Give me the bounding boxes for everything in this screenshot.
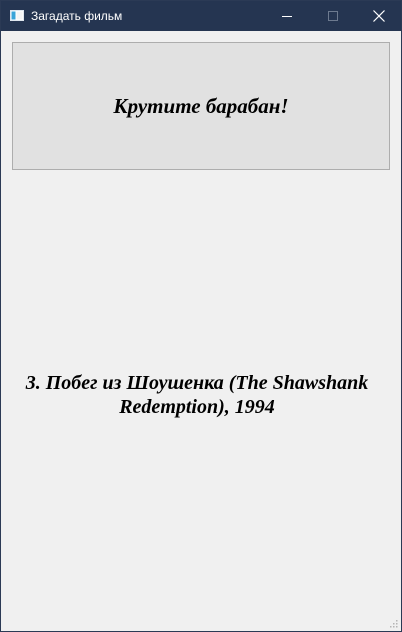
minimize-icon (282, 16, 292, 17)
maximize-button[interactable] (310, 1, 356, 31)
window-title: Загадать фильм (31, 9, 123, 23)
app-icon (10, 10, 24, 21)
movie-result-label: 3. Побег из Шоушенка (The Shawshank Rede… (25, 372, 369, 418)
resize-grip-icon[interactable] (390, 620, 398, 628)
close-icon (373, 10, 385, 22)
app-window: Загадать фильм Крутите барабан! 3. Побег… (0, 0, 402, 632)
client-area: Крутите барабан! 3. Побег из Шоушенка (T… (1, 31, 401, 631)
maximize-icon (328, 11, 338, 21)
close-button[interactable] (356, 1, 402, 31)
title-bar[interactable]: Загадать фильм (1, 1, 401, 31)
minimize-button[interactable] (264, 1, 310, 31)
spin-drum-button[interactable]: Крутите барабан! (12, 42, 390, 170)
